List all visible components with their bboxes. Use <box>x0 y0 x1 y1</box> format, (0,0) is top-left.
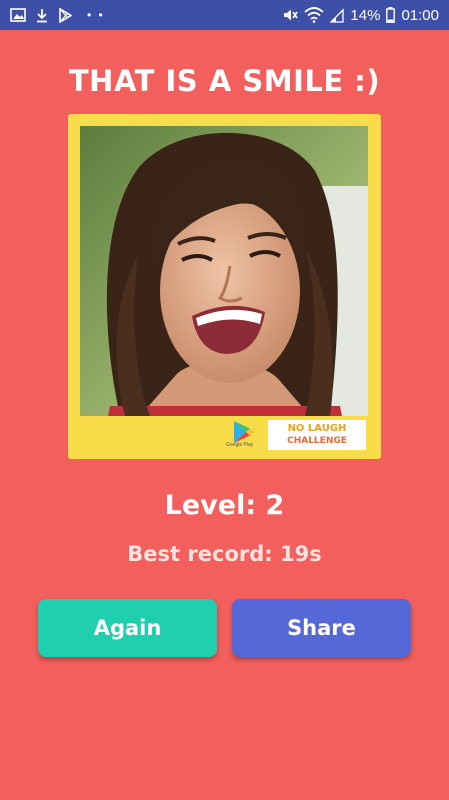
status-bar: • • 14% 01:00 <box>0 0 449 30</box>
signal-icon <box>330 7 345 23</box>
download-icon <box>35 8 49 23</box>
again-button[interactable]: Again <box>38 599 217 657</box>
play-store-icon <box>58 7 72 23</box>
logo-line-1: NO LAUGH <box>287 423 347 434</box>
notification-icons: • • <box>10 7 105 23</box>
level-label: Level: 2 <box>164 490 285 521</box>
system-status: 14% 01:00 <box>282 7 439 24</box>
logo-line-2: CHALLENGE <box>287 436 347 446</box>
more-dots-icon: • • <box>87 8 105 22</box>
google-play-label: Google Play <box>226 442 254 448</box>
smiling-face-photo <box>80 126 368 416</box>
best-record-label: Best record: 19s <box>127 542 322 566</box>
share-button[interactable]: Share <box>232 599 411 657</box>
image-icon <box>10 8 26 22</box>
result-title: THAT IS A SMILE :) <box>68 64 381 98</box>
wifi-icon <box>304 7 325 23</box>
clock: 01:00 <box>401 6 439 24</box>
battery-icon <box>386 7 396 23</box>
no-laugh-challenge-logo: NO LAUGH CHALLENGE <box>268 420 366 450</box>
mute-icon <box>282 7 299 23</box>
photo-frame: Google Play NO LAUGH CHALLENGE <box>68 114 381 459</box>
battery-percent: 14% <box>350 6 381 24</box>
